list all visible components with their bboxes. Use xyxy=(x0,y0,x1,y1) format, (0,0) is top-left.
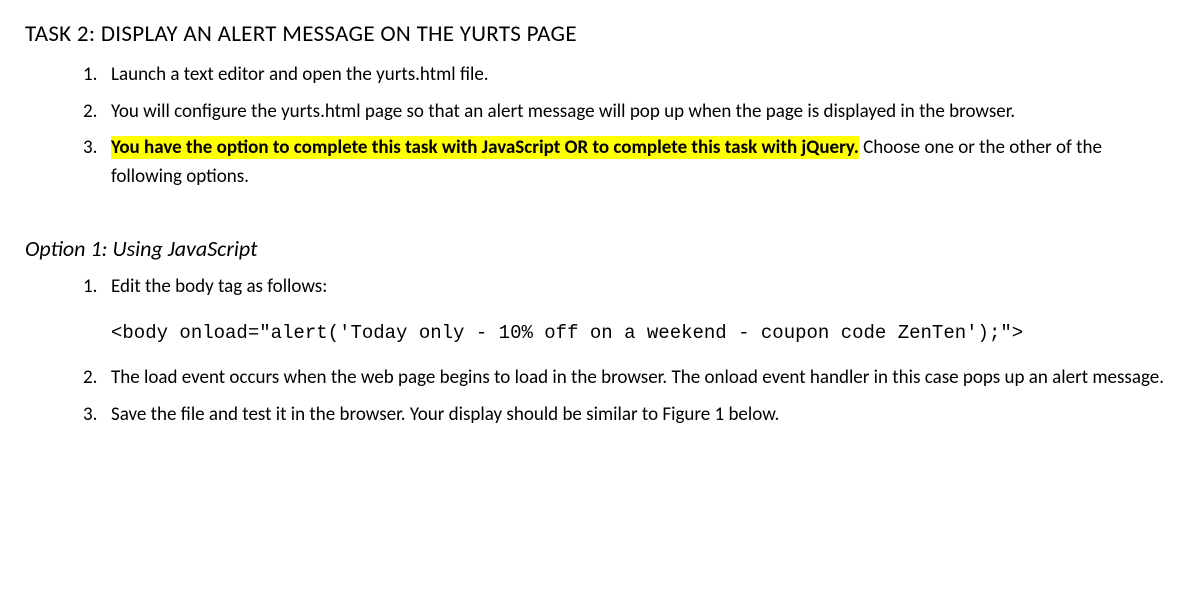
task-steps-list: 1. Launch a text editor and open the yur… xyxy=(25,61,1175,191)
step-number: 1. xyxy=(83,273,97,302)
step-number: 2. xyxy=(83,364,97,393)
step-text: Save the file and test it in the browser… xyxy=(111,403,779,426)
option-step-1: 1. Edit the body tag as follows: <body o… xyxy=(83,273,1175,346)
step-number: 3. xyxy=(83,401,97,430)
task-step-1: 1. Launch a text editor and open the yur… xyxy=(83,61,1175,90)
step-text: You will configure the yurts.html page s… xyxy=(111,100,1015,123)
step-number: 3. xyxy=(83,134,97,163)
task-step-3: 3. You have the option to complete this … xyxy=(83,134,1175,191)
option-step-2: 2. The load event occurs when the web pa… xyxy=(83,364,1175,393)
step-text: Edit the body tag as follows: xyxy=(111,275,327,298)
option-steps-list: 1. Edit the body tag as follows: <body o… xyxy=(25,273,1175,429)
code-block: <body onload="alert('Today only - 10% of… xyxy=(111,320,1175,347)
step-text: The load event occurs when the web page … xyxy=(111,366,1164,389)
task-step-2: 2. You will configure the yurts.html pag… xyxy=(83,98,1175,127)
step-text: Launch a text editor and open the yurts.… xyxy=(111,63,489,86)
highlighted-text: You have the option to complete this tas… xyxy=(111,136,859,159)
step-number: 2. xyxy=(83,98,97,127)
step-number: 1. xyxy=(83,61,97,90)
option-step-3: 3. Save the file and test it in the brow… xyxy=(83,401,1175,430)
task-title: TASK 2: DISPLAY AN ALERT MESSAGE ON THE … xyxy=(25,18,1175,51)
option-title: Option 1: Using JavaScript xyxy=(25,233,1175,265)
